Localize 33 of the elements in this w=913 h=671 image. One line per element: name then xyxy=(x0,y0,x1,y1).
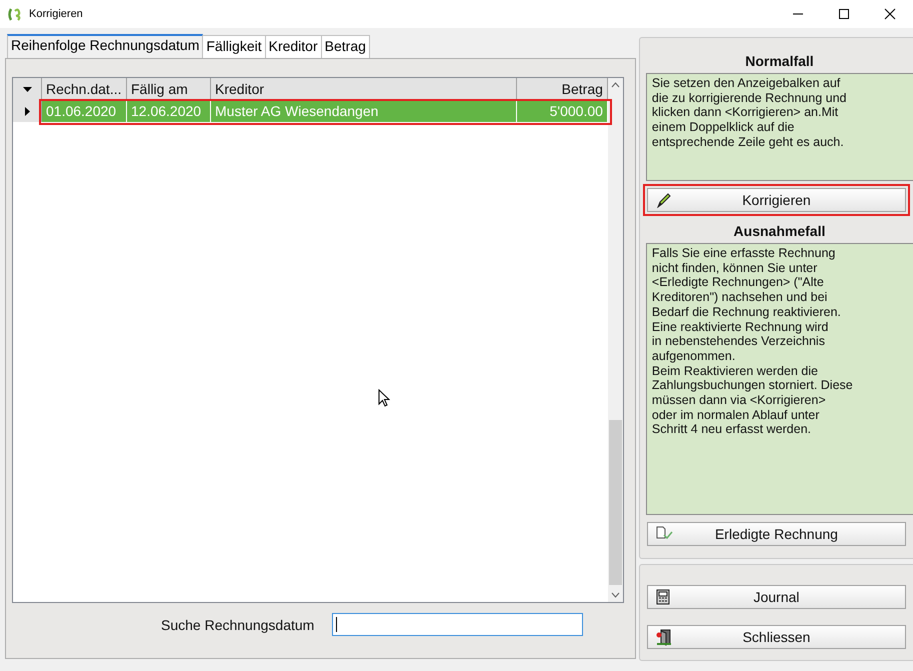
journal-button[interactable]: Journal xyxy=(646,585,906,609)
table-cell: 01.06.2020 xyxy=(42,100,127,122)
column-menu-header[interactable] xyxy=(13,78,42,101)
tab[interactable]: Betrag xyxy=(320,35,370,58)
help-text: Falls Sie eine erfasste Rechnung nicht finden, können Sie unter <Erledigte Rechnungen> ("Alte Kreditoren") nachsehen und bei Bedarf die Rechnung reaktivieren. Eine reaktivierte Rechnung wird in nebenstehendes Verzeichnis aufgenommen. Beim Reaktivieren werden die Zahlungsbuchungen storniert. Diese müssen dann via <Korrigieren> oder im normalen Ablauf unter Schritt 4 neu erfasst werden. xyxy=(646,243,913,515)
calculator-icon xyxy=(656,589,670,605)
done-invoices-button[interactable]: Erledigte Rechnung xyxy=(646,522,906,546)
pen-icon xyxy=(656,192,672,208)
table-cell: 5'000.00 xyxy=(517,100,608,122)
document-check-icon xyxy=(656,526,674,540)
search-label: Suche Rechnungsdatum xyxy=(161,616,314,632)
close-window-button[interactable]: Schliessen xyxy=(646,625,906,649)
exit-door-icon xyxy=(656,629,672,646)
column-header[interactable]: Fällig am xyxy=(127,78,211,101)
scrollbar-thumb[interactable] xyxy=(608,420,622,585)
table-cell: 12.06.2020 xyxy=(127,100,211,122)
column-header[interactable]: Rechn.dat... xyxy=(42,78,127,101)
tab[interactable]: Kreditor xyxy=(264,35,322,58)
dropdown-caret-icon[interactable] xyxy=(22,86,32,92)
search-field[interactable] xyxy=(332,613,584,636)
tab[interactable]: Reihenfolge Rechnungsdatum xyxy=(7,34,204,58)
scrollbar[interactable] xyxy=(608,78,623,602)
column-header[interactable]: Betrag xyxy=(517,78,608,101)
window-title: Korrigieren xyxy=(29,8,83,20)
mouse-pointer-icon xyxy=(378,389,390,407)
correct-button[interactable]: Korrigieren xyxy=(646,188,906,212)
help-text: Sie setzen den Anzeigebalken auf die zu korrigierende Rechnung und klicken dann <Korrigieren> an.Mit einem Doppelklick auf die entsprechende Zeile geht es auch. xyxy=(646,73,913,181)
tab[interactable]: Fälligkeit xyxy=(202,35,266,58)
table-cell: Muster AG Wiesendangen xyxy=(211,100,517,122)
column-header[interactable]: Kreditor xyxy=(211,78,517,101)
section-heading: Ausnahmefall xyxy=(732,222,826,241)
section-heading: Normalfall xyxy=(744,52,815,71)
app-logo-icon xyxy=(8,8,23,20)
